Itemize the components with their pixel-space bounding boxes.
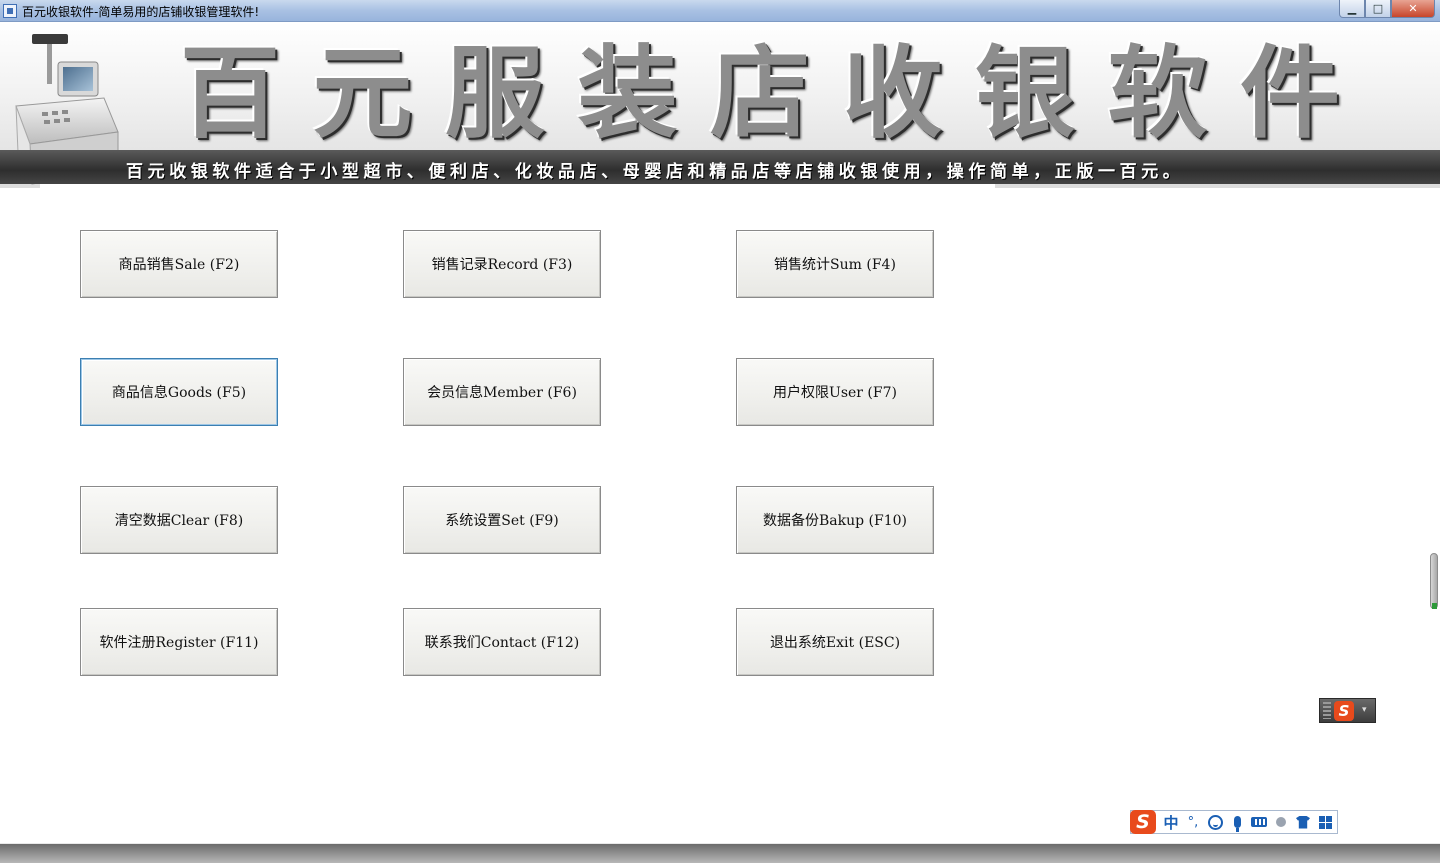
banner-divider: [40, 184, 995, 188]
slogan-bar: 百元收银软件适合于小型超市、便利店、化妆品店、母婴店和精品店等店铺收银使用，操作…: [0, 150, 1440, 184]
soft-keyboard-button[interactable]: [1248, 811, 1270, 833]
set-button[interactable]: 系统设置Set (F9): [403, 486, 601, 554]
window-bottom-border: [0, 843, 1440, 863]
user-account-button[interactable]: [1270, 811, 1292, 833]
maximize-icon: □: [1372, 2, 1384, 15]
voice-input-button[interactable]: [1226, 811, 1248, 833]
banner-title-char: 件: [1240, 35, 1340, 152]
emoji-button[interactable]: [1204, 811, 1226, 833]
ime-language-toggle[interactable]: 中: [1160, 811, 1182, 833]
window-controls: ▁ □ ✕: [1339, 0, 1435, 18]
side-scroll-handle[interactable]: [1430, 553, 1438, 609]
exit-button[interactable]: 退出系统Exit (ESC): [736, 608, 934, 676]
banner-title-char: 百: [180, 35, 280, 152]
window-title: 百元收银软件-简单易用的店铺收银管理软件!: [22, 5, 260, 19]
window-title-bar[interactable]: 百元收银软件-简单易用的店铺收银管理软件! ▁ □ ✕: [0, 0, 1440, 22]
clear-button[interactable]: 清空数据Clear (F8): [80, 486, 278, 554]
ime-punctuation-toggle[interactable]: °,: [1182, 811, 1204, 833]
drag-grip-icon[interactable]: [1323, 702, 1331, 719]
dropdown-arrow-icon[interactable]: ▾: [1362, 706, 1367, 715]
banner-title-char: 收: [842, 35, 943, 152]
banner-title-char: 装: [577, 35, 678, 152]
register-button[interactable]: 软件注册Register (F11): [80, 608, 278, 676]
banner-title-char: 服: [445, 35, 545, 152]
banner-title-char: 元: [312, 35, 413, 152]
record-button[interactable]: 销售记录Record (F3): [403, 230, 601, 298]
sogou-logo-icon[interactable]: S: [1130, 810, 1156, 834]
close-icon: ✕: [1408, 2, 1418, 15]
toolbox-button[interactable]: [1314, 811, 1336, 833]
member-button[interactable]: 会员信息Member (F6): [403, 358, 601, 426]
banner-slogan: 百元收银软件适合于小型超市、便利店、化妆品店、母婴店和精品店等店铺收银使用，操作…: [126, 162, 1185, 182]
banner-title-char: 银: [975, 35, 1075, 152]
app-icon[interactable]: [3, 4, 17, 18]
keyboard-icon: [1251, 817, 1267, 827]
goods-button[interactable]: 商品信息Goods (F5): [80, 358, 278, 426]
bakup-button[interactable]: 数据备份Bakup (F10): [736, 486, 934, 554]
ime-status-bar: S 中 °,: [1130, 810, 1338, 834]
sale-button[interactable]: 商品销售Sale (F2): [80, 230, 278, 298]
user-button[interactable]: 用户权限User (F7): [736, 358, 934, 426]
shirt-icon: [1296, 815, 1310, 829]
skin-button[interactable]: [1292, 811, 1314, 833]
minimize-icon: ▁: [1347, 2, 1357, 15]
sogou-logo-icon[interactable]: S: [1334, 700, 1354, 721]
microphone-icon: [1233, 816, 1241, 832]
maximize-button[interactable]: □: [1365, 0, 1391, 18]
smile-icon: [1207, 814, 1223, 830]
sum-button[interactable]: 销售统计Sum (F4): [736, 230, 934, 298]
minimize-button[interactable]: ▁: [1339, 0, 1365, 18]
banner-title: 百 元 服 装 店 收 银 软 件: [180, 36, 1340, 152]
ime-mini-toolbar[interactable]: S ▾: [1319, 698, 1376, 723]
banner-title-char: 店: [710, 35, 810, 152]
contact-button[interactable]: 联系我们Contact (F12): [403, 608, 601, 676]
banner-title-char: 软: [1107, 35, 1208, 152]
user-icon: [1276, 817, 1286, 827]
close-button[interactable]: ✕: [1391, 0, 1435, 18]
grid-icon: [1318, 815, 1332, 829]
header-banner: 百 元 服 装 店 收 银 软 件 百元收银软件适合于小型超市、便利店、化妆品店…: [0, 22, 1440, 188]
